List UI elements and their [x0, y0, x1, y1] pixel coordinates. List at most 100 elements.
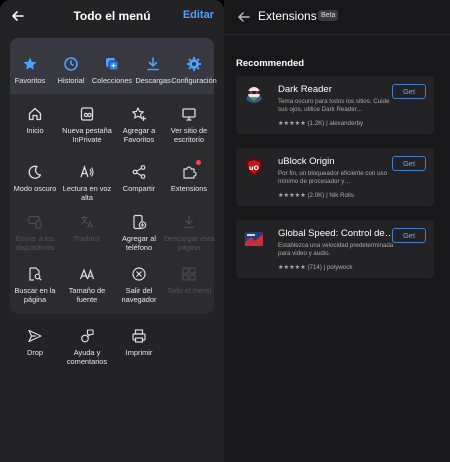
menu-item-label: Tamaño de fuente — [68, 286, 106, 304]
font-size-icon — [79, 268, 95, 280]
svg-text:uO: uO — [249, 164, 260, 172]
menu-header: Todo el menú Editar — [0, 0, 224, 34]
moon-icon — [28, 165, 42, 179]
menu-item-compartir[interactable]: Compartir — [113, 164, 165, 193]
extension-name: Global Speed: Control de… — [278, 228, 395, 239]
extension-meta: ★★★★★ (714) | polywock — [278, 264, 353, 271]
all-menu-icon — [182, 267, 196, 281]
drop-icon — [28, 329, 42, 343]
menu-item-label: Extensions — [170, 184, 208, 193]
menu-item-inprivate[interactable]: Nueva pestaña InPrivate — [61, 106, 113, 144]
share-icon — [132, 165, 146, 179]
menu-item-label: Lectura en voz alta — [62, 184, 112, 202]
collections-icon — [106, 58, 119, 71]
add-phone-icon — [133, 214, 147, 230]
menu-item-label: Ver sitio de escritorio — [170, 126, 208, 144]
extension-card[interactable]: Dark Reader Tema oscuro para todos los s… — [236, 76, 434, 134]
menu-item-traducir: Traducir — [61, 214, 113, 243]
read-aloud-icon — [80, 165, 94, 178]
menu-item-descargar-pagina: Descargar esta página — [163, 214, 215, 252]
find-in-page-icon — [29, 267, 42, 281]
edit-button[interactable]: Editar — [183, 9, 214, 21]
translate-icon — [81, 216, 94, 229]
menu-item-label: Configuración — [171, 76, 217, 85]
gear-icon — [187, 57, 201, 71]
extension-description: Establezca una velocidad predeterminada … — [278, 242, 394, 257]
menu-item-tamano-fuente[interactable]: Tamaño de fuente — [61, 266, 113, 304]
rating-stars: ★★★★★ — [278, 120, 306, 127]
download-icon — [147, 57, 159, 71]
extension-meta: ★★★★★ (1.2K) | alexanderby — [278, 120, 364, 127]
menu-item-label: Descargar esta página — [163, 234, 215, 252]
exit-icon — [132, 267, 146, 281]
extensions-title: Extensions — [258, 9, 317, 23]
menu-item-label: Drop — [26, 348, 44, 357]
menu-item-drop[interactable]: Drop — [9, 328, 61, 357]
menu-item-label: Salir del navegador — [121, 286, 157, 304]
menu-item-label: Imprimir — [125, 348, 153, 357]
extension-name: Dark Reader — [278, 84, 332, 95]
inprivate-tab-icon — [80, 107, 94, 121]
star-add-icon — [132, 107, 146, 121]
menu-item-label: Modo oscuro — [13, 184, 57, 193]
extension-card[interactable]: uO uBlock Origin Por fin, un bloqueador … — [236, 148, 434, 206]
beta-badge: Beta — [318, 10, 339, 21]
extension-meta: ★★★★★ (2.0K) | Nik Rolls — [278, 192, 354, 199]
menu-item-buscar-pagina[interactable]: Buscar en la página — [9, 266, 61, 304]
menu-item-label: Agregar al teléfono — [121, 234, 157, 252]
extension-author: polywock — [326, 264, 353, 271]
menu-item-label: Agregar a Favoritos — [122, 126, 156, 144]
menu-item-label: Buscar en la página — [14, 286, 56, 304]
extension-description: Por fin, un bloqueador eficiente con uso… — [278, 170, 388, 185]
menu-item-label: Enviar a los dispositivos — [15, 234, 55, 252]
extension-description: Tema oscuro para todos los sitios. Cuide… — [278, 98, 390, 113]
rating-stars: ★★★★★ — [278, 192, 306, 199]
notification-dot — [196, 160, 201, 165]
menu-item-agregar-telefono[interactable]: Agregar al teléfono — [113, 214, 165, 252]
section-title: Recommended — [236, 58, 305, 69]
get-button[interactable]: Get — [392, 156, 426, 171]
feedback-icon — [81, 329, 94, 343]
star-icon — [23, 57, 37, 70]
menu-item-todo-el-menu: Todo el menú — [163, 266, 215, 295]
home-icon — [28, 107, 42, 121]
menu-item-extensions[interactable]: Extensions — [163, 164, 215, 193]
menu-item-label: Nueva pestaña InPrivate — [62, 126, 112, 144]
extension-card[interactable]: Global Speed: Control de… Establezca una… — [236, 220, 434, 278]
get-button[interactable]: Get — [392, 228, 426, 243]
get-button[interactable]: Get — [392, 84, 426, 99]
ublock-icon: uO — [246, 158, 262, 176]
dark-reader-icon — [246, 87, 262, 103]
review-count: (714) — [307, 264, 322, 271]
rating-stars: ★★★★★ — [278, 264, 306, 271]
menu-item-lectura-voz[interactable]: Lectura en voz alta — [61, 164, 113, 202]
menu-item-configuracion[interactable]: Configuración — [168, 56, 220, 85]
extension-name: uBlock Origin — [278, 156, 335, 167]
download-page-icon — [184, 216, 194, 229]
extensions-header: Extensions Beta — [224, 0, 450, 36]
menu-item-inicio[interactable]: Inicio — [9, 106, 61, 135]
menu-item-modo-oscuro[interactable]: Modo oscuro — [9, 164, 61, 193]
menu-item-agregar-favoritos[interactable]: Agregar a Favoritos — [113, 106, 165, 144]
menu-item-label: Todo el menú — [166, 286, 212, 295]
review-count: (1.2K) — [307, 120, 325, 127]
print-icon — [132, 329, 146, 343]
review-count: (2.0K) — [307, 192, 325, 199]
extension-author: alexanderby — [329, 120, 364, 127]
menu-item-enviar-dispositivos: Enviar a los dispositivos — [9, 214, 61, 252]
menu-item-sitio-escritorio[interactable]: Ver sitio de escritorio — [163, 106, 215, 144]
menu-item-label: Compartir — [122, 184, 156, 193]
menu-item-ayuda[interactable]: Ayuda y comentarios — [61, 328, 113, 366]
menu-panel: Todo el menú Editar Favoritos Historial … — [0, 0, 224, 462]
menu-item-salir[interactable]: Salir del navegador — [113, 266, 165, 304]
menu-item-imprimir[interactable]: Imprimir — [113, 328, 165, 357]
desktop-icon — [182, 108, 196, 121]
header-divider — [224, 34, 450, 35]
puzzle-icon — [183, 166, 197, 179]
menu-item-label: Inicio — [26, 126, 44, 135]
extension-author: Nik Rolls — [329, 192, 354, 199]
menu-item-label: Traducir — [73, 234, 101, 243]
back-arrow-icon[interactable] — [234, 7, 254, 27]
send-devices-icon — [28, 215, 42, 229]
menu-item-label: Ayuda y comentarios — [66, 348, 108, 366]
